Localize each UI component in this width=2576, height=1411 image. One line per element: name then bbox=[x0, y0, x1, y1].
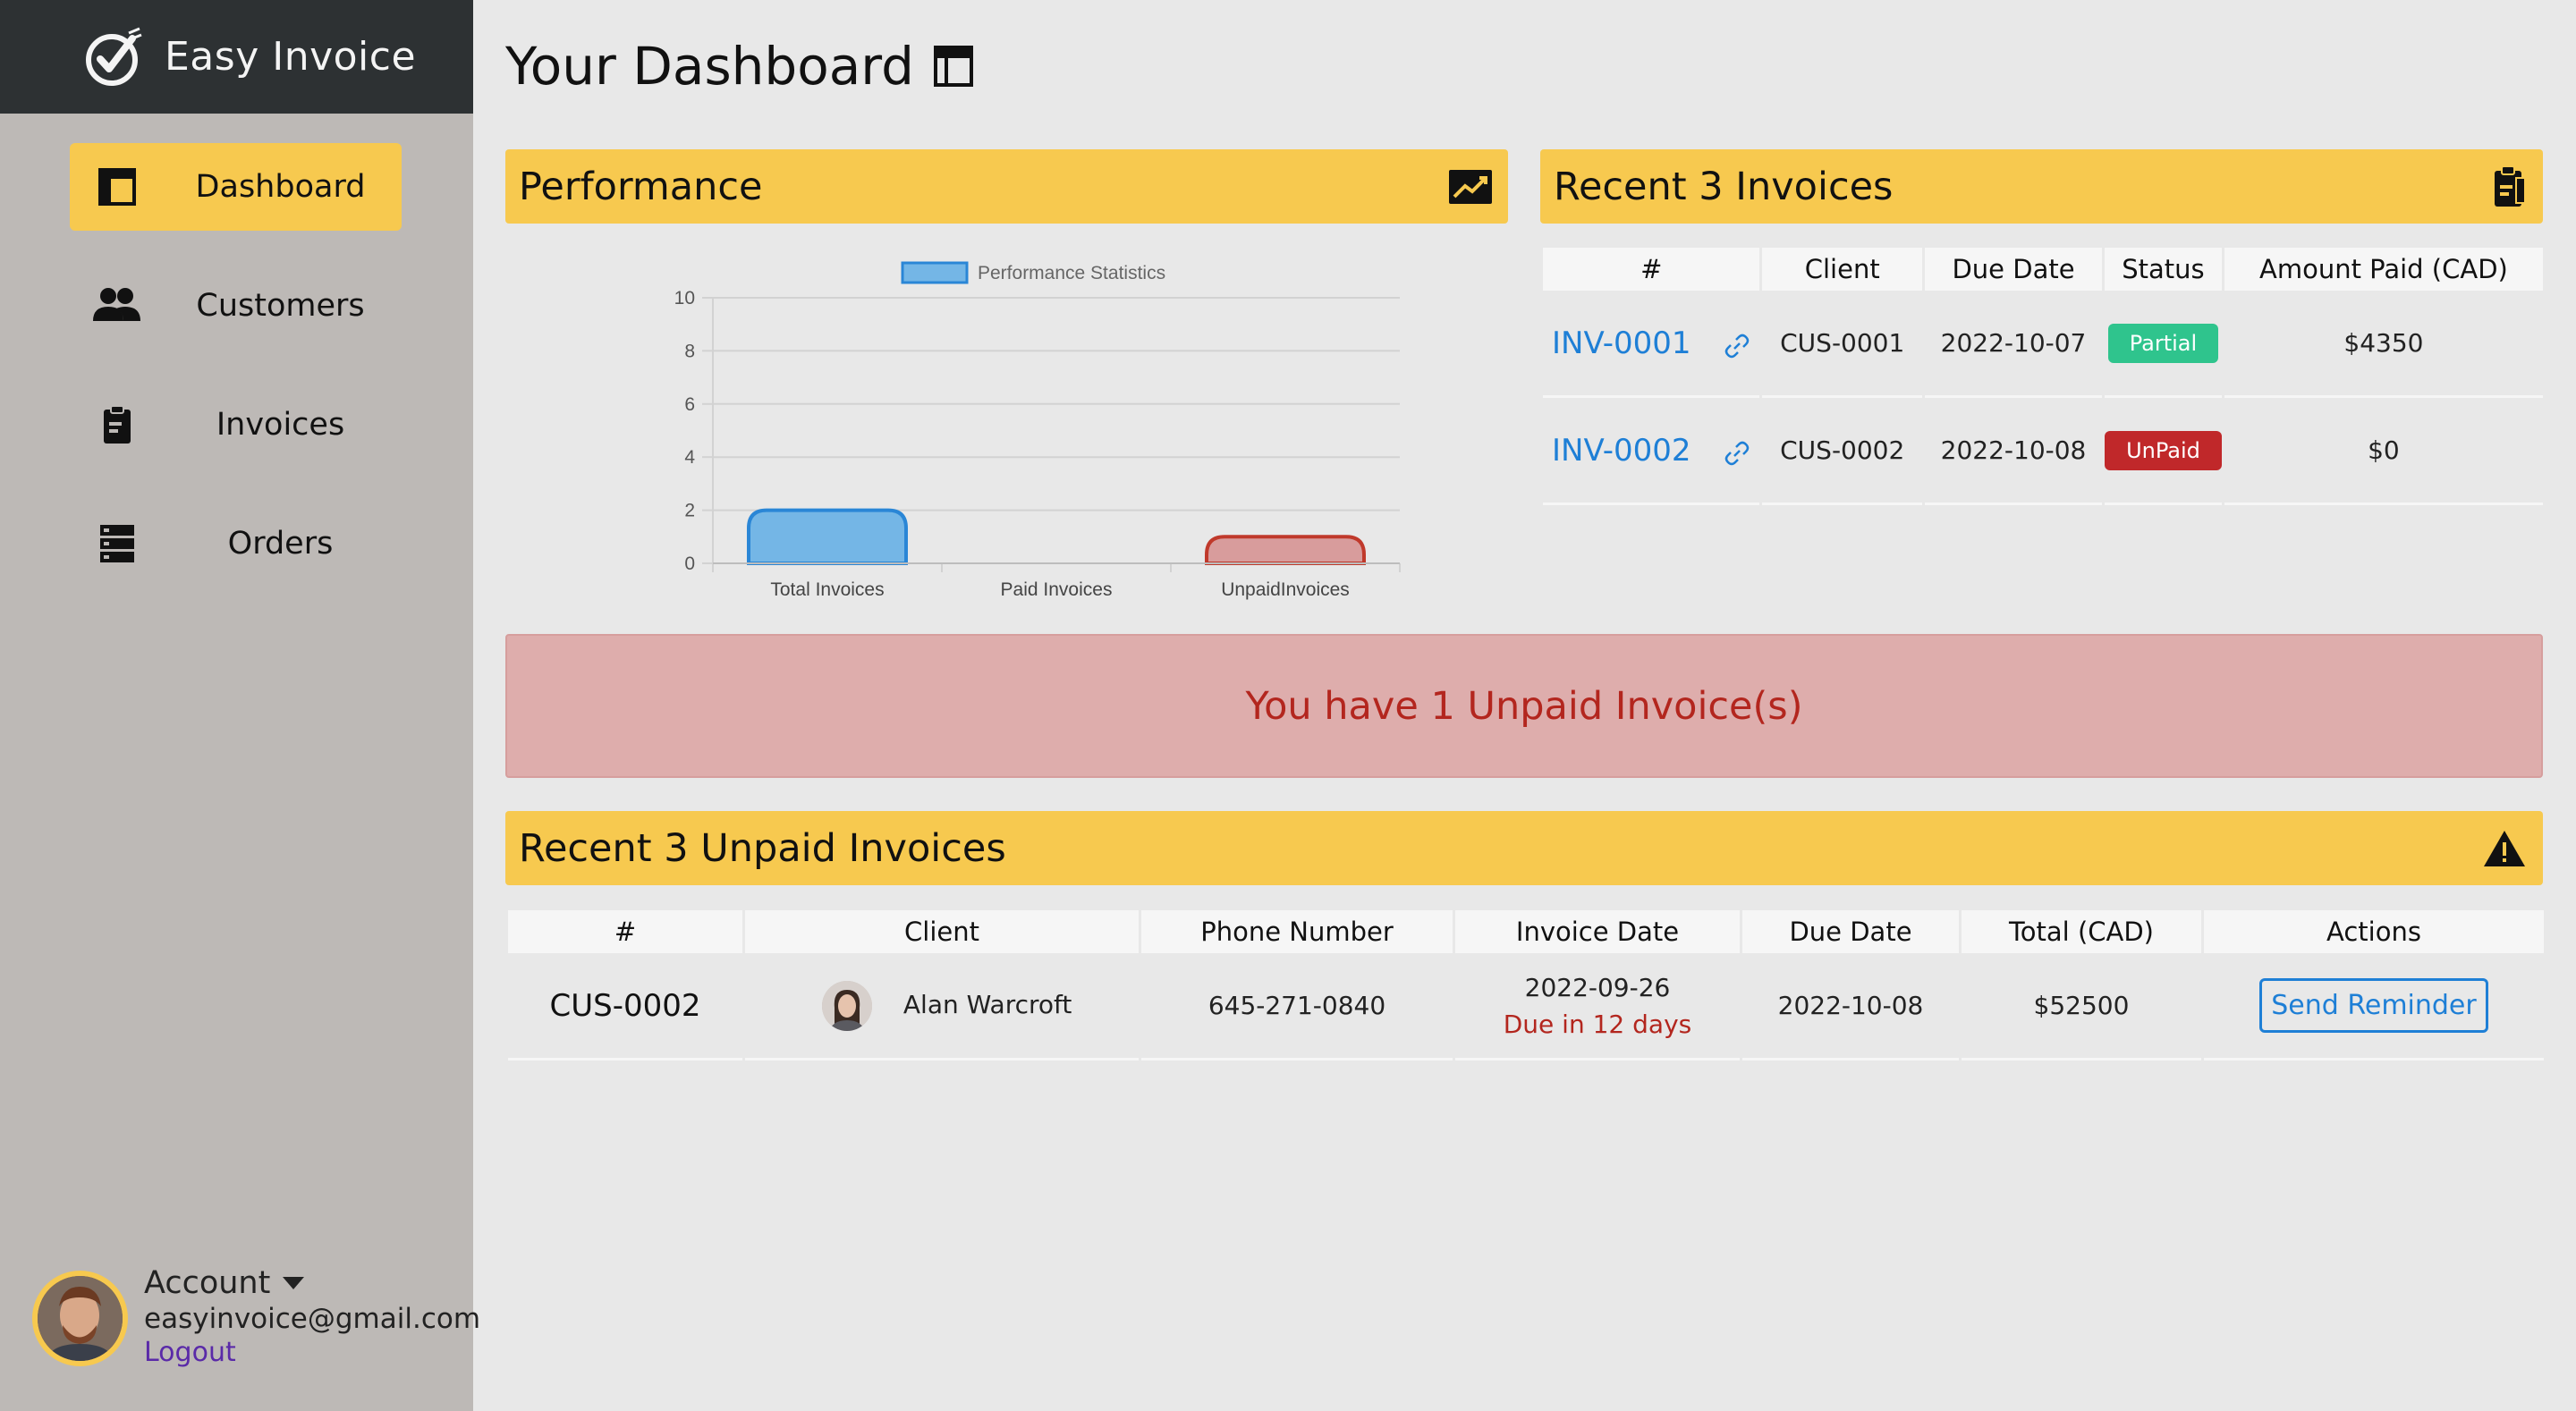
status-cell: UnPaid bbox=[2105, 398, 2222, 505]
sidebar-item-label: Orders bbox=[227, 526, 334, 562]
col-header-number: # bbox=[1543, 248, 1760, 291]
performance-title: Performance bbox=[519, 164, 763, 209]
invoice-link[interactable]: INV-0001 bbox=[1552, 325, 1691, 361]
due-countdown: Due in 12 days bbox=[1503, 1009, 1692, 1039]
link-icon[interactable] bbox=[1724, 440, 1750, 467]
status-cell: Partial bbox=[2105, 291, 2222, 398]
col-header-status: Status bbox=[2105, 248, 2222, 291]
due-date-cell: 2022-10-07 bbox=[1924, 291, 2103, 398]
sidebar-item-label: Invoices bbox=[216, 407, 345, 443]
table-row: CUS-0002 Alan Warcroft 645-271-0840 2022… bbox=[508, 953, 2544, 1060]
status-badge: UnPaid bbox=[2105, 430, 2222, 470]
amount-cell: $4350 bbox=[2224, 291, 2543, 398]
col-header-total: Total (CAD) bbox=[1962, 910, 2201, 953]
account-title: Account bbox=[144, 1265, 271, 1301]
client-cell: CUS-0002 bbox=[1762, 398, 1922, 505]
avatar bbox=[822, 980, 872, 1031]
account-menu[interactable]: Account bbox=[144, 1265, 480, 1301]
recent-invoices-table: # Client Due Date Status Amount Paid (CA… bbox=[1540, 248, 2546, 505]
unpaid-invoices-title: Recent 3 Unpaid Invoices bbox=[519, 825, 1006, 871]
page-title: Your Dashboard bbox=[505, 36, 973, 97]
due-date-cell: 2022-10-08 bbox=[1742, 953, 1959, 1060]
sidebar-item-dashboard[interactable]: Dashboard bbox=[70, 143, 402, 231]
actions-cell: Send Reminder bbox=[2204, 953, 2544, 1060]
col-header-amount-paid: Amount Paid (CAD) bbox=[2224, 248, 2543, 291]
logout-link[interactable]: Logout bbox=[144, 1337, 480, 1368]
sidebar-nav: Dashboard Customers Invoices Orders bbox=[0, 114, 473, 587]
status-badge: Partial bbox=[2107, 323, 2219, 363]
client-cell: Alan Warcroft bbox=[745, 953, 1139, 1060]
users-icon bbox=[93, 288, 140, 321]
invoice-id-cell: INV-0002 bbox=[1543, 398, 1760, 505]
brand-bar: Easy Invoice bbox=[0, 0, 473, 114]
link-icon[interactable] bbox=[1724, 333, 1750, 359]
dashboard-icon bbox=[98, 168, 136, 206]
client-name: Alan Warcroft bbox=[902, 989, 1072, 1019]
col-header-due-date: Due Date bbox=[1924, 248, 2103, 291]
customer-id-cell: CUS-0002 bbox=[508, 953, 742, 1060]
account-area: Account easyinvoice@gmail.com Logout bbox=[32, 1265, 480, 1368]
check-badge-icon bbox=[86, 27, 142, 86]
x-tick-label: Total Invoices bbox=[770, 579, 884, 600]
x-tick-label: Paid Invoices bbox=[1001, 579, 1113, 600]
y-tick-label: 8 bbox=[684, 341, 695, 361]
sidebar: Easy Invoice Dashboard Customers Invoice… bbox=[0, 0, 480, 1411]
y-tick-label: 10 bbox=[674, 288, 695, 308]
bar-total-invoices bbox=[747, 508, 908, 565]
brand-name[interactable]: Easy Invoice bbox=[165, 34, 416, 80]
user-photo-icon bbox=[38, 1276, 123, 1361]
sidebar-item-customers[interactable]: Customers bbox=[70, 262, 402, 350]
invoice-id-cell: INV-0001 bbox=[1543, 291, 1760, 398]
sidebar-item-label: Dashboard bbox=[195, 169, 366, 205]
performance-chart: Performance Statistics 0 2 4 6 8 10 Total Invoi… bbox=[674, 261, 1401, 600]
unpaid-alert: You have 1 Unpaid Invoice(s) bbox=[505, 634, 2543, 778]
warning-icon bbox=[2484, 830, 2525, 866]
col-header-number: # bbox=[508, 910, 742, 953]
y-tick-label: 2 bbox=[684, 501, 695, 521]
unpaid-invoices-header: Recent 3 Unpaid Invoices bbox=[505, 811, 2543, 885]
trend-chart-icon bbox=[1449, 169, 1492, 204]
dashboard-icon bbox=[933, 46, 973, 87]
table-row: INV-0001 CUS-0001 2022-10-07 Partial $43… bbox=[1543, 291, 2543, 398]
total-cell: $52500 bbox=[1962, 953, 2201, 1060]
server-icon bbox=[100, 525, 134, 562]
col-header-invoice-date: Invoice Date bbox=[1455, 910, 1740, 953]
avatar[interactable] bbox=[32, 1271, 128, 1366]
table-row: INV-0002 CUS-0002 2022-10-08 UnPaid $0 bbox=[1543, 398, 2543, 505]
unpaid-invoices-table: # Client Phone Number Invoice Date Due D… bbox=[505, 910, 2546, 1060]
bar-unpaidinvoices bbox=[1205, 535, 1366, 565]
clipboard-icon bbox=[2495, 165, 2526, 207]
col-header-client: Client bbox=[745, 910, 1139, 953]
col-header-phone: Phone Number bbox=[1141, 910, 1453, 953]
recent-invoices-header: Recent 3 Invoices bbox=[1540, 149, 2543, 224]
page-title-text: Your Dashboard bbox=[505, 36, 914, 97]
x-tick-label: UnpaidInvoices bbox=[1221, 579, 1350, 600]
col-header-actions: Actions bbox=[2204, 910, 2544, 953]
performance-header: Performance bbox=[505, 149, 1508, 224]
send-reminder-button[interactable]: Send Reminder bbox=[2259, 978, 2488, 1033]
phone-cell: 645-271-0840 bbox=[1141, 953, 1453, 1060]
sidebar-item-orders[interactable]: Orders bbox=[70, 500, 402, 587]
chevron-down-icon bbox=[283, 1277, 305, 1289]
unpaid-alert-text: You have 1 Unpaid Invoice(s) bbox=[1245, 683, 1803, 729]
legend-label: Performance Statistics bbox=[978, 263, 1165, 283]
y-tick-label: 6 bbox=[684, 394, 695, 415]
client-cell: CUS-0001 bbox=[1762, 291, 1922, 398]
y-tick-label: 0 bbox=[684, 553, 695, 574]
legend-swatch bbox=[901, 261, 969, 284]
invoice-date-cell: 2022-09-26 Due in 12 days bbox=[1455, 953, 1740, 1060]
y-tick-label: 4 bbox=[684, 447, 695, 468]
clipboard-icon bbox=[104, 405, 131, 444]
due-date-cell: 2022-10-08 bbox=[1924, 398, 2103, 505]
sidebar-item-label: Customers bbox=[196, 288, 365, 324]
recent-invoices-title: Recent 3 Invoices bbox=[1554, 164, 1894, 209]
col-header-client: Client bbox=[1762, 248, 1922, 291]
invoice-date: 2022-09-26 bbox=[1524, 972, 1671, 1002]
main-content: Your Dashboard Performance Performance S… bbox=[473, 0, 2576, 1411]
account-email: easyinvoice@gmail.com bbox=[144, 1303, 481, 1335]
col-header-due-date: Due Date bbox=[1742, 910, 1959, 953]
amount-cell: $0 bbox=[2224, 398, 2543, 505]
invoice-link[interactable]: INV-0002 bbox=[1552, 433, 1691, 469]
sidebar-item-invoices[interactable]: Invoices bbox=[70, 381, 402, 469]
